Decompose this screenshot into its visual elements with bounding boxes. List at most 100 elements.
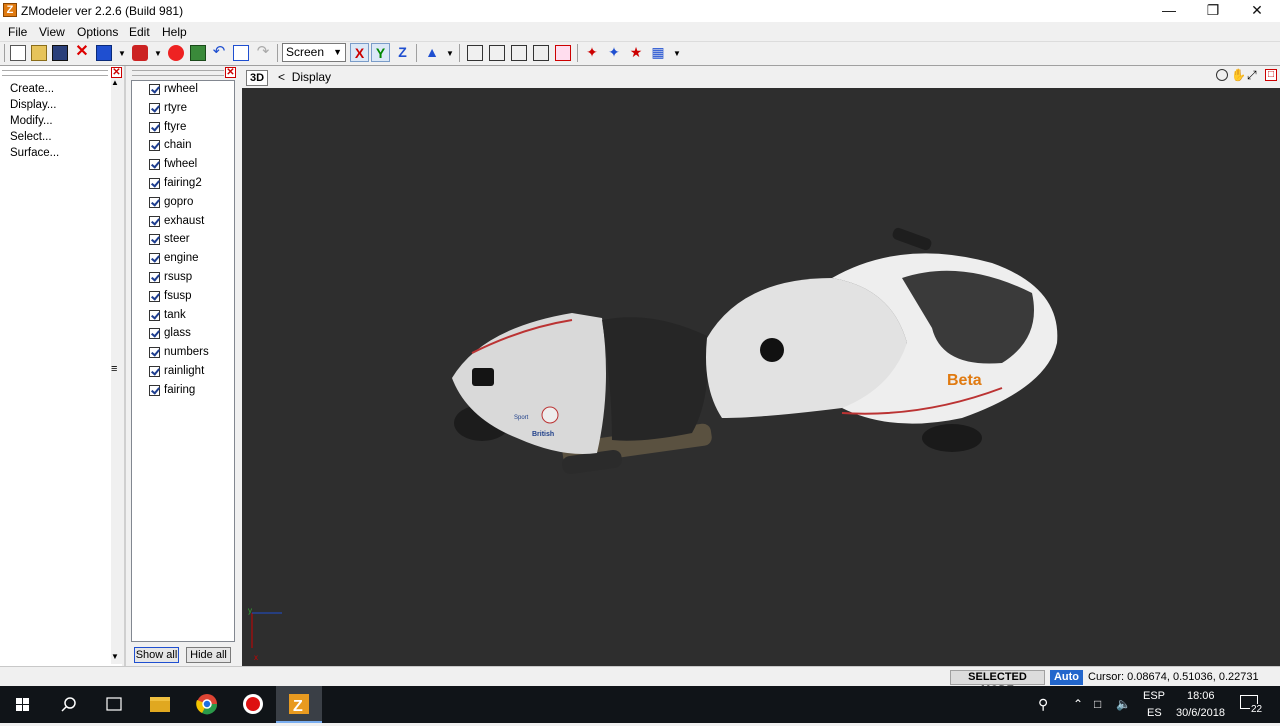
walk-icon[interactable]: ★ bbox=[628, 45, 644, 61]
object-visibility-checkbox[interactable] bbox=[149, 328, 160, 340]
open-folder-icon[interactable] bbox=[31, 45, 47, 61]
taskbar-explorer[interactable] bbox=[138, 686, 184, 723]
delete-icon[interactable]: ✕ bbox=[74, 44, 90, 61]
toolbar-separator bbox=[416, 44, 417, 62]
show-all-button[interactable]: Show all bbox=[134, 647, 179, 663]
export-dropdown-icon[interactable]: ▼ bbox=[154, 49, 162, 58]
scroll-up-icon[interactable]: ▲ bbox=[111, 78, 119, 87]
scroll-down-icon[interactable]: ▼ bbox=[111, 652, 119, 661]
object-label: chain bbox=[164, 139, 192, 152]
sponsor-decal-2: British bbox=[532, 431, 554, 438]
command-surface[interactable]: Surface... bbox=[10, 147, 59, 159]
language-top[interactable]: ESP bbox=[1143, 690, 1165, 702]
select-face-icon[interactable] bbox=[511, 45, 527, 61]
language-bottom[interactable]: ES bbox=[1147, 707, 1162, 719]
3d-viewport[interactable]: Beta Sport British y x bbox=[242, 88, 1280, 666]
menu-file[interactable]: File bbox=[8, 25, 27, 39]
object-visibility-checkbox[interactable] bbox=[149, 121, 160, 133]
panel-splitter[interactable] bbox=[124, 66, 126, 666]
object-visibility-checkbox[interactable] bbox=[149, 253, 160, 265]
viewport-mode-button[interactable]: 3D bbox=[246, 70, 268, 86]
notes-icon[interactable] bbox=[233, 45, 249, 61]
move-icon[interactable]: ✦ bbox=[584, 45, 600, 61]
object-visibility-checkbox[interactable] bbox=[149, 102, 160, 114]
volume-icon[interactable]: 🔈 bbox=[1116, 697, 1131, 711]
menu-help[interactable]: Help bbox=[162, 25, 187, 39]
people-icon[interactable]: ⚲ bbox=[1038, 696, 1048, 713]
scale-dropdown-icon[interactable]: ▼ bbox=[673, 49, 681, 58]
import-dropdown-icon[interactable]: ▼ bbox=[118, 49, 126, 58]
close-icon[interactable]: ✕ bbox=[225, 67, 236, 78]
taskbar-recorder[interactable] bbox=[230, 686, 276, 723]
auto-badge[interactable]: Auto bbox=[1050, 670, 1083, 685]
menu-view[interactable]: View bbox=[39, 25, 65, 39]
axis-y-button[interactable]: Y bbox=[371, 43, 390, 62]
taskbar-zmodeler[interactable]: Z bbox=[276, 686, 322, 723]
command-display[interactable]: Display... bbox=[10, 99, 56, 111]
object-label: tank bbox=[164, 308, 186, 321]
image-icon[interactable] bbox=[190, 45, 206, 61]
minimize-button[interactable]: — bbox=[1146, 0, 1192, 22]
task-view-button[interactable] bbox=[92, 686, 138, 723]
menu-edit[interactable]: Edit bbox=[129, 25, 150, 39]
svg-text:Z: Z bbox=[293, 698, 303, 715]
fit-view-icon[interactable]: ⤢ bbox=[1247, 68, 1257, 83]
viewport-breadcrumb[interactable]: < Display bbox=[278, 70, 331, 84]
zmodeler-icon: Z bbox=[289, 694, 309, 715]
close-icon[interactable]: ✕ bbox=[111, 67, 122, 78]
axis-z-button[interactable]: Z bbox=[393, 43, 412, 62]
object-visibility-checkbox[interactable] bbox=[149, 140, 160, 152]
object-visibility-checkbox[interactable] bbox=[149, 84, 160, 95]
viewport-maximize-icon[interactable]: □ bbox=[1265, 69, 1277, 81]
start-button[interactable] bbox=[0, 686, 46, 723]
object-visibility-checkbox[interactable] bbox=[149, 196, 160, 208]
menu-options[interactable]: Options bbox=[77, 25, 118, 39]
object-visibility-checkbox[interactable] bbox=[149, 272, 160, 283]
select-edge-icon[interactable] bbox=[489, 45, 505, 61]
tray-expand-icon[interactable]: ⌃ bbox=[1073, 697, 1083, 711]
axis-x-button[interactable]: X bbox=[350, 43, 369, 62]
object-visibility-checkbox[interactable] bbox=[149, 384, 160, 396]
pan-hand-icon[interactable]: ✋ bbox=[1231, 68, 1246, 82]
object-visibility-checkbox[interactable] bbox=[149, 347, 160, 359]
object-visibility-checkbox[interactable] bbox=[149, 309, 160, 321]
save-icon[interactable] bbox=[52, 45, 68, 61]
close-button[interactable]: ✕ bbox=[1234, 0, 1280, 22]
undo-icon[interactable]: ↶ bbox=[211, 44, 227, 61]
scroll-thumb-icon[interactable]: ≡ bbox=[111, 363, 117, 375]
object-visibility-checkbox[interactable] bbox=[149, 215, 160, 227]
object-label: rsusp bbox=[164, 271, 193, 283]
command-modify[interactable]: Modify... bbox=[10, 115, 53, 127]
network-icon[interactable]: □ bbox=[1094, 697, 1101, 711]
scale-icon[interactable]: ▦ bbox=[650, 45, 666, 61]
command-select[interactable]: Select... bbox=[10, 131, 52, 143]
maximize-button[interactable]: ❐ bbox=[1190, 0, 1236, 22]
clock-date[interactable]: 30/6/2018 bbox=[1176, 707, 1225, 719]
object-visibility-checkbox[interactable] bbox=[149, 290, 160, 302]
notification-count: 22 bbox=[1250, 704, 1264, 715]
command-create[interactable]: Create... bbox=[10, 83, 54, 95]
hide-all-button[interactable]: Hide all bbox=[186, 647, 231, 663]
taskbar-chrome[interactable] bbox=[184, 686, 230, 723]
clock-time[interactable]: 18:06 bbox=[1187, 690, 1215, 702]
cone-dropdown-icon[interactable]: ▼ bbox=[446, 49, 454, 58]
search-button[interactable] bbox=[46, 686, 92, 723]
object-label: glass bbox=[164, 327, 191, 340]
select-all-icon[interactable] bbox=[555, 45, 571, 61]
view-mode-select[interactable]: Screen ▼ bbox=[282, 43, 346, 62]
object-visibility-checkbox[interactable] bbox=[149, 234, 160, 246]
cone-icon[interactable]: ▲ bbox=[424, 45, 440, 61]
object-visibility-checkbox[interactable] bbox=[149, 178, 160, 189]
select-object-icon[interactable] bbox=[533, 45, 549, 61]
redo-icon[interactable]: ↷ bbox=[255, 44, 271, 61]
object-visibility-checkbox[interactable] bbox=[149, 159, 160, 171]
rotate-icon[interactable]: ✦ bbox=[606, 45, 622, 61]
object-visibility-checkbox[interactable] bbox=[149, 366, 160, 377]
record-icon[interactable] bbox=[168, 45, 184, 61]
zoom-icon[interactable] bbox=[1216, 69, 1228, 81]
select-vertex-icon[interactable] bbox=[467, 45, 483, 61]
import-icon[interactable] bbox=[96, 45, 112, 61]
selection-mode-indicator[interactable]: SELECTED MODE bbox=[950, 670, 1045, 696]
export-icon[interactable] bbox=[132, 45, 148, 61]
new-file-icon[interactable] bbox=[10, 45, 26, 61]
